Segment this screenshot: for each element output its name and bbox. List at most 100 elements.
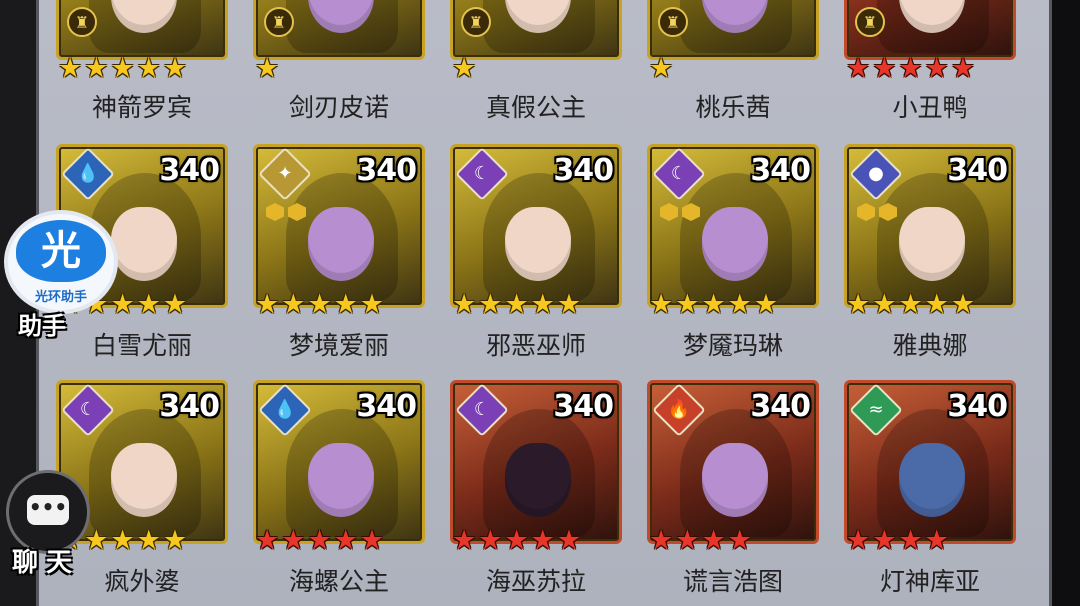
star-icon: ★: [530, 525, 555, 556]
hero-portrait[interactable]: ☾ 340: [450, 144, 622, 308]
hero-portrait[interactable]: ♜: [56, 0, 228, 60]
star-icon: ★: [898, 53, 923, 84]
hero-name: 神箭罗宾: [91, 93, 192, 122]
star-icon: ★: [84, 53, 109, 84]
hero-face: [899, 443, 965, 517]
chess-rook-icon: ♜: [658, 7, 688, 37]
hero-face: [702, 207, 768, 281]
hero-portrait[interactable]: ♜: [844, 0, 1016, 60]
star-icon: ★: [898, 525, 923, 556]
upgrade-pips: [660, 203, 704, 225]
upgrade-pip-icon: [857, 203, 875, 221]
upgrade-pips: [266, 203, 310, 225]
hero-portrait[interactable]: 💧 340: [253, 380, 425, 544]
star-icon: ★: [898, 289, 923, 320]
star-icon: ★: [359, 525, 385, 556]
halo-logo-icon: 光: [16, 220, 106, 282]
halo-sublabel: 光环助手: [34, 290, 87, 305]
hero-portrait[interactable]: 🔥 340: [647, 380, 819, 544]
star-rating: ★★★★★: [452, 525, 583, 556]
star-icon: ★: [872, 53, 897, 84]
hero-name: 雅典娜: [892, 331, 968, 360]
star-icon: ★: [701, 289, 726, 320]
star-icon: ★: [359, 289, 385, 320]
star-icon: ★: [556, 289, 582, 320]
chess-rook-icon: ♜: [67, 7, 97, 37]
star-icon: ★: [58, 53, 83, 84]
hero-portrait[interactable]: ♜: [253, 0, 425, 60]
star-icon: ★: [950, 53, 976, 84]
hero-portrait[interactable]: ≈340: [844, 380, 1016, 544]
star-icon: ★: [846, 289, 871, 320]
star-rating: ★★★★★: [649, 289, 780, 320]
hero-name: 邪恶巫师: [485, 331, 586, 360]
star-icon: ★: [649, 525, 674, 556]
star-icon: ★: [452, 53, 477, 84]
star-rating: ★★★★★: [58, 53, 189, 84]
star-icon: ★: [281, 289, 306, 320]
hero-level: 340: [750, 389, 811, 424]
hero-portrait[interactable]: ☾ 340: [647, 144, 819, 308]
star-icon: ★: [307, 289, 332, 320]
hero-name: 谎言浩图: [682, 567, 783, 596]
star-icon: ★: [162, 525, 188, 556]
star-icon: ★: [452, 289, 477, 320]
star-icon: ★: [110, 53, 135, 84]
star-icon: ★: [307, 525, 332, 556]
star-icon: ★: [162, 289, 188, 320]
chess-rook-icon: ♜: [461, 7, 491, 37]
hero-face: [111, 443, 177, 517]
hero-level: 340: [159, 389, 220, 424]
star-icon: ★: [950, 289, 976, 320]
star-icon: ★: [333, 289, 358, 320]
star-icon: ★: [530, 289, 555, 320]
hero-portrait[interactable]: ✦ 340: [253, 144, 425, 308]
star-icon: ★: [281, 525, 306, 556]
halo-assistant-button[interactable]: 光 光环助手: [4, 210, 118, 314]
star-icon: ★: [727, 289, 752, 320]
hero-name: 白雪尤丽: [91, 331, 192, 360]
hero-face: [702, 443, 768, 517]
hero-name: 梦魇玛琳: [682, 331, 783, 360]
hero-level: 340: [553, 153, 614, 188]
star-rating: ★★★★: [649, 525, 754, 556]
star-icon: ★: [504, 289, 529, 320]
hero-face: [505, 443, 571, 517]
star-icon: ★: [452, 525, 477, 556]
star-icon: ★: [675, 525, 700, 556]
star-icon: ★: [924, 525, 949, 556]
star-icon: ★: [846, 53, 871, 84]
star-rating: ★★★★★: [846, 289, 977, 320]
hero-portrait[interactable]: ☾ 340: [450, 380, 622, 544]
star-icon: ★: [110, 289, 135, 320]
hero-level: 340: [356, 389, 417, 424]
star-icon: ★: [255, 525, 280, 556]
star-icon: ★: [255, 53, 280, 84]
upgrade-pip-icon: [682, 203, 700, 221]
hero-portrait[interactable]: ♜: [450, 0, 622, 60]
hero-name: 桃乐茜: [695, 93, 771, 122]
star-rating: ★: [255, 53, 281, 84]
chat-caption: 聊天: [12, 548, 81, 578]
star-icon: ★: [255, 289, 280, 320]
star-icon: ★: [649, 53, 674, 84]
hero-level: 340: [750, 153, 811, 188]
hero-portrait[interactable]: ♜: [647, 0, 819, 60]
hero-portrait[interactable]: ● 340: [844, 144, 1016, 308]
hero-face: [111, 207, 177, 281]
star-icon: ★: [478, 525, 503, 556]
star-icon: ★: [504, 525, 529, 556]
hero-level: 340: [356, 153, 417, 188]
hero-name: 梦境爱丽: [288, 331, 389, 360]
hero-name: 海巫苏拉: [485, 567, 586, 596]
star-icon: ★: [675, 289, 700, 320]
star-rating: ★★★★★: [255, 525, 386, 556]
hero-name: 剑刃皮诺: [288, 93, 389, 122]
hero-level: 340: [159, 153, 220, 188]
halo-caption: 助手: [18, 312, 66, 340]
star-rating: ★★★★★: [846, 53, 977, 84]
star-icon: ★: [556, 525, 582, 556]
hero-face: [308, 443, 374, 517]
chess-rook-icon: ♜: [855, 7, 885, 37]
hero-level: 340: [947, 389, 1008, 424]
